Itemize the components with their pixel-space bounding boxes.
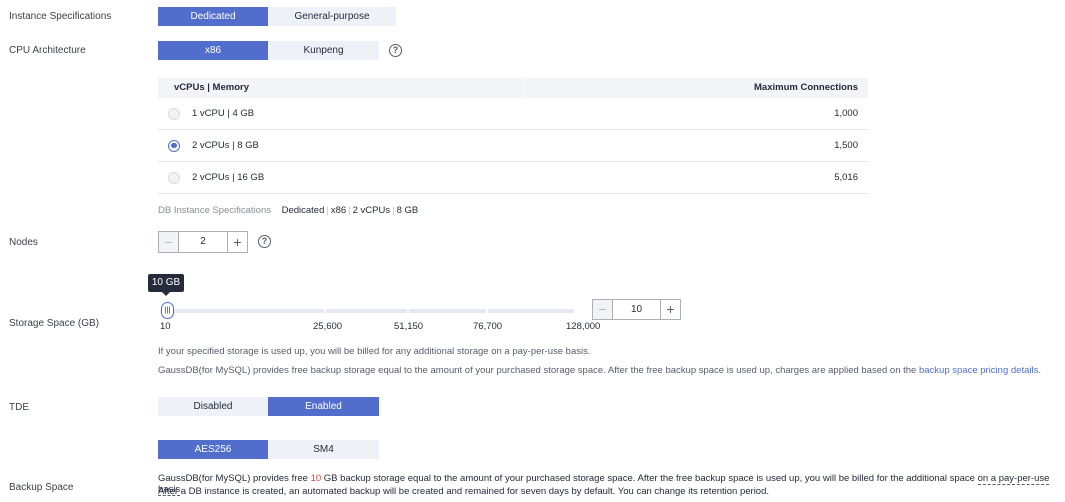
slider-track[interactable] [488,309,574,313]
nodes-label: Nodes [9,237,38,248]
slider-track[interactable] [160,309,324,313]
storage-decrement-button[interactable]: − [593,300,612,319]
row-connections: 5,016 [834,172,858,183]
backup-space-label: Backup Space [9,482,74,493]
slider-tick: 51,150 [394,321,424,332]
cpu-architecture-label: CPU Architecture [9,45,86,56]
cpu-architecture-selector: x86 Kunpeng [158,41,379,60]
option-disabled[interactable]: Disabled [158,397,268,416]
instance-specs-label: Instance Specifications [9,11,112,22]
backup-free-amount: 10 [310,473,322,484]
row-spec: 2 vCPUs | 16 GB [192,172,265,183]
table-row[interactable]: 2 vCPUs | 16 GB 5,016 [158,162,868,194]
tde-label: TDE [9,402,29,413]
radio-button[interactable] [168,171,180,184]
table-row[interactable]: 1 vCPU | 4 GB 1,000 [158,98,868,130]
nodes-increment-button[interactable]: + [228,232,247,252]
backup-pricing-note: GaussDB(for MySQL) provides free backup … [158,365,1041,376]
storage-increment-button[interactable]: + [661,300,680,319]
encryption-algorithm-selector: AES256 SM4 [158,440,379,459]
storage-tooltip: 10 GB [148,274,184,296]
spec-table: vCPUs | Memory Maximum Connections 1 vCP… [158,78,868,194]
summary-arch: x86 [330,205,347,216]
spec-table-header: vCPUs | Memory Maximum Connections [158,78,868,98]
slider-track[interactable] [326,309,407,313]
question-circle-icon[interactable]: ? [389,44,402,57]
option-kunpeng[interactable]: Kunpeng [268,41,379,60]
summary-type: Dedicated [281,205,325,216]
summary-vcpus: 2 vCPUs [352,205,391,216]
radio-button[interactable] [168,107,180,120]
nodes-decrement-button[interactable]: − [159,232,178,252]
row-spec: 2 vCPUs | 8 GB [192,140,259,151]
storage-space-label: Storage Space (GB) [9,318,100,329]
backup-pricing-link[interactable]: backup space pricing details [919,365,1038,376]
slider-tick: 128,000 [566,321,601,332]
storage-value[interactable]: 10 [612,300,661,319]
row-connections: 1,500 [834,140,858,151]
backup-note-line2: After a DB instance is created, an autom… [158,486,770,497]
row-spec: 1 vCPU | 4 GB [192,108,255,119]
question-circle-icon[interactable]: ? [258,235,271,248]
instance-spec-summary: DB Instance Specifications Dedicated | x86… [158,205,419,216]
summary-memory: 8 GB [396,205,419,216]
option-enabled[interactable]: Enabled [268,397,379,416]
col-max-connections: Maximum Connections [754,82,858,93]
option-sm4[interactable]: SM4 [268,440,379,459]
row-connections: 1,000 [834,108,858,119]
slider-track[interactable] [409,309,486,313]
option-general-purpose[interactable]: General-purpose [268,7,396,26]
tde-selector: Disabled Enabled [158,397,379,416]
slider-tick: 76,700 [473,321,503,332]
option-dedicated[interactable]: Dedicated [158,7,268,26]
slider-tick: 10 [160,321,171,332]
summary-label: DB Instance Specifications [158,205,272,216]
table-row[interactable]: 2 vCPUs | 8 GB 1,500 [158,130,868,162]
storage-stepper: − 10 + [592,299,681,320]
storage-note: If your specified storage is used up, yo… [158,346,591,357]
nodes-stepper: − 2 + [158,231,248,253]
instance-specs-selector: Dedicated General-purpose [158,7,396,26]
option-x86[interactable]: x86 [158,41,268,60]
col-vcpus-memory: vCPUs | Memory [158,78,524,98]
slider-tick: 25,600 [313,321,343,332]
radio-button-checked[interactable] [168,139,180,152]
option-aes256[interactable]: AES256 [158,440,268,459]
nodes-value[interactable]: 2 [178,232,228,252]
slider-thumb[interactable]: ||| [161,302,174,319]
